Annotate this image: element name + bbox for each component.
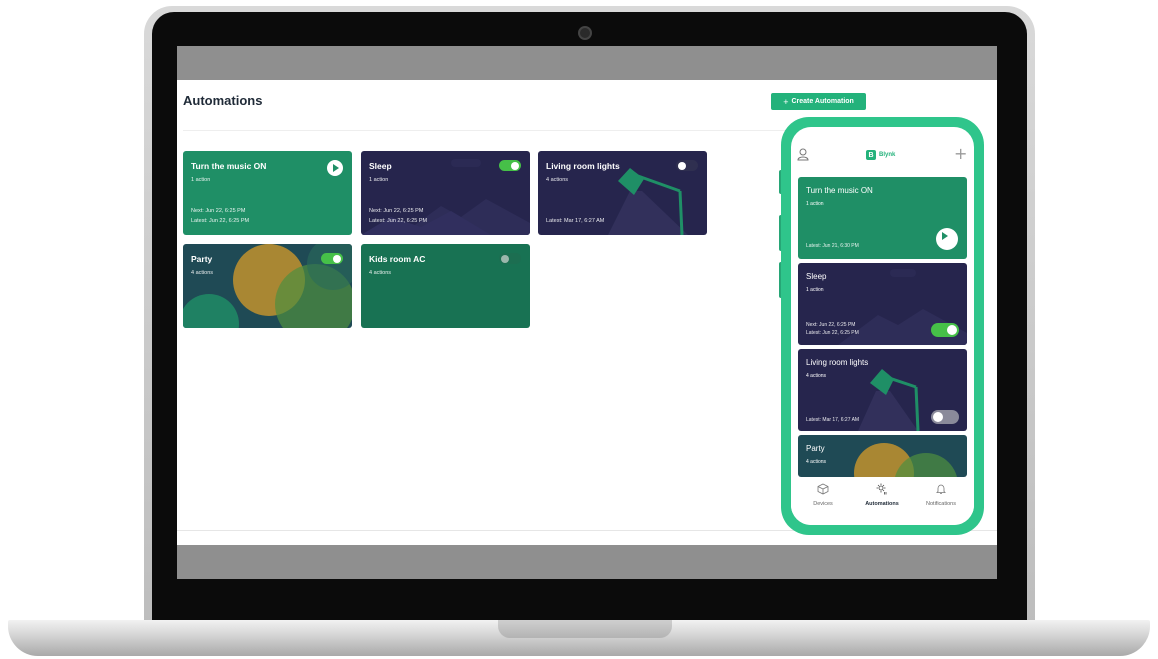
automation-icon (876, 483, 887, 495)
toggle-knob (678, 161, 686, 170)
card-subtitle: 1 action (806, 287, 824, 293)
camera-icon (578, 26, 592, 40)
automation-card-party[interactable]: Party 4 actions (183, 244, 352, 328)
card-subtitle: 4 actions (806, 459, 827, 465)
phone-card-living-room[interactable]: Living room lights 4 actions Latest: Mar… (798, 349, 967, 431)
logo-text: Blynk (879, 152, 896, 158)
user-icon[interactable] (797, 148, 809, 161)
bottom-nav: Devices Automations Notifications (791, 477, 974, 525)
create-automation-button[interactable]: + Create Automation (771, 93, 866, 110)
card-title: Turn the music ON (806, 186, 873, 195)
nav-label: Devices (813, 501, 833, 507)
card-subtitle: 4 actions (546, 177, 569, 183)
screen-bottom-bar (177, 545, 997, 579)
laptop-mockup: Automations + Create Automation Turn the… (0, 0, 1158, 659)
living-room-toggle[interactable] (676, 160, 698, 171)
automation-card-kids-room[interactable]: Kids room AC 4 actions (361, 244, 530, 328)
toggle-knob (511, 161, 519, 170)
card-subtitle: 1 action (806, 201, 824, 207)
phone-screen: B Blynk + Turn the music ON 1 action Lat… (791, 127, 974, 525)
card-latest-run: Latest: Mar 17, 6:27 AM (806, 417, 860, 423)
cube-icon (817, 483, 829, 495)
living-room-toggle[interactable] (931, 410, 959, 424)
card-latest-run: Latest: Jun 22, 6:25 PM (191, 218, 250, 224)
card-subtitle: 4 actions (369, 270, 392, 276)
automation-card-music[interactable]: Turn the music ON 1 action Next: Jun 22,… (183, 151, 352, 235)
play-button-icon[interactable] (936, 228, 958, 250)
play-button-icon[interactable] (327, 160, 343, 176)
toggle-knob (933, 412, 943, 422)
card-latest-run: Latest: Mar 17, 6:27 AM (546, 218, 605, 224)
phone-card-sleep[interactable]: Sleep 1 action Next: Jun 22, 6:25 PM Lat… (798, 263, 967, 345)
card-subtitle: 1 action (369, 177, 389, 183)
card-subtitle: 1 action (191, 177, 211, 183)
card-next-run: Next: Jun 22, 6:25 PM (806, 322, 856, 328)
phone-card-music[interactable]: Turn the music ON 1 action Latest: Jun 2… (798, 177, 967, 259)
card-title: Party (191, 254, 213, 264)
card-latest-run: Latest: Jun 21, 6:30 PM (806, 243, 859, 249)
nav-label: Notifications (926, 501, 956, 507)
card-title: Kids room AC (369, 254, 426, 264)
plus-icon: + (783, 96, 789, 107)
sleep-toggle[interactable] (499, 160, 521, 171)
phone-header: B Blynk + (791, 127, 974, 171)
blynk-logo: B Blynk (866, 150, 895, 160)
header-divider (183, 130, 883, 131)
page-title: Automations (183, 93, 263, 108)
card-latest-run: Latest: Jun 22, 6:25 PM (806, 330, 859, 336)
card-title: Living room lights (806, 358, 869, 367)
card-next-run: Next: Jun 22, 6:25 PM (369, 208, 424, 214)
screen-top-bar (177, 46, 997, 80)
phone-card-party[interactable]: Party 4 actions (798, 435, 967, 477)
card-title: Party (806, 444, 825, 453)
nav-label: Automations (865, 501, 899, 507)
card-latest-run: Latest: Jun 22, 6:25 PM (369, 218, 428, 224)
card-next-run: Next: Jun 22, 6:25 PM (191, 208, 246, 214)
logo-mark: B (866, 150, 876, 160)
toggle-knob (333, 254, 341, 263)
automation-card-sleep[interactable]: Sleep 1 action Next: Jun 22, 6:25 PM Lat… (361, 151, 530, 235)
toggle-knob (501, 254, 509, 263)
bubbles-illustration (854, 443, 957, 477)
card-title: Living room lights (546, 161, 620, 171)
automation-card-living-room[interactable]: Living room lights 4 actions Latest: Mar… (538, 151, 707, 235)
bell-icon (936, 484, 946, 494)
card-title: Sleep (806, 272, 827, 281)
add-icon[interactable]: + (954, 144, 967, 163)
laptop-notch (498, 620, 672, 638)
party-toggle[interactable] (321, 253, 343, 264)
card-subtitle: 4 actions (191, 270, 214, 276)
kids-room-toggle[interactable] (499, 253, 521, 264)
card-subtitle: 4 actions (806, 373, 827, 379)
toggle-knob (947, 325, 957, 335)
card-title: Turn the music ON (191, 161, 267, 171)
card-title: Sleep (369, 161, 392, 171)
create-automation-label: Create Automation (791, 98, 854, 105)
sleep-toggle[interactable] (931, 323, 959, 337)
